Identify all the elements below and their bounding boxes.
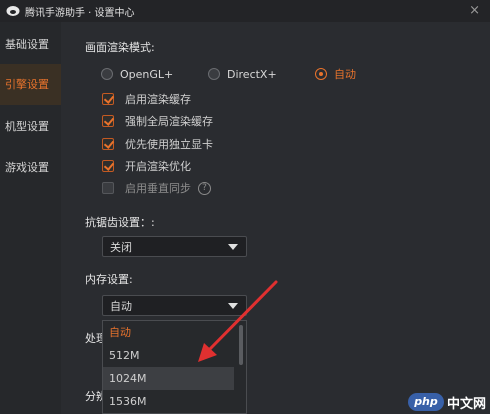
radio-label: OpenGL+ xyxy=(120,67,174,81)
checkbox-force-global-cache[interactable]: 强制全局渲染缓存 xyxy=(102,113,213,129)
antialias-title: 抗锯齿设置：: xyxy=(85,216,155,229)
radio-label: 自动 xyxy=(334,68,356,81)
php-logo: php xyxy=(407,393,444,411)
checkbox-label: 启用垂直同步 xyxy=(125,182,191,195)
memory-select[interactable]: 自动 xyxy=(102,295,247,316)
window-title: 腾讯手游助手 · 设置中心 xyxy=(25,7,135,19)
checkbox-label: 开启渲染优化 xyxy=(125,160,191,173)
sidebar-item-game[interactable]: 游戏设置 xyxy=(0,147,61,188)
antialias-value: 关闭 xyxy=(110,240,132,254)
watermark: php 中文网 xyxy=(407,392,486,412)
dropdown-option-1536m[interactable]: 1536M xyxy=(103,390,234,413)
checkbox-checked-icon xyxy=(102,138,114,150)
sidebar-item-engine[interactable]: 引擎设置 xyxy=(0,64,61,105)
radio-circle xyxy=(101,68,113,80)
close-icon[interactable]: × xyxy=(469,3,480,18)
checkbox-dedicated-gpu[interactable]: 优先使用独立显卡 xyxy=(102,136,213,152)
watermark-text: 中文网 xyxy=(446,396,486,412)
memory-title: 内存设置: xyxy=(85,273,133,286)
settings-panel: 画面渲染模式: OpenGL+ DirectX+ 自动 启用渲染缓存 强制全局渲… xyxy=(61,22,490,414)
render-mode-group: OpenGL+ DirectX+ 自动 xyxy=(101,66,356,82)
checkbox-render-optimize[interactable]: 开启渲染优化 xyxy=(102,158,191,174)
dropdown-scrollbar[interactable] xyxy=(239,325,243,365)
chevron-down-icon xyxy=(228,244,238,250)
memory-dropdown-list: 自动 512M 1024M 1536M xyxy=(102,320,247,414)
radio-auto[interactable]: 自动 xyxy=(315,66,356,82)
checkbox-label: 启用渲染缓存 xyxy=(125,93,191,106)
radio-circle-selected xyxy=(315,68,327,80)
radio-label: DirectX+ xyxy=(227,67,277,81)
memory-value: 自动 xyxy=(110,299,132,313)
checkbox-label: 强制全局渲染缓存 xyxy=(125,115,213,128)
help-icon[interactable]: ? xyxy=(198,181,211,195)
sidebar-item-device[interactable]: 机型设置 xyxy=(0,106,61,147)
checkbox-checked-icon xyxy=(102,115,114,127)
sidebar-item-basic[interactable]: 基础设置 xyxy=(0,24,61,65)
dropdown-option-512m[interactable]: 512M xyxy=(103,344,234,367)
title-bar: 腾讯手游助手 · 设置中心 × xyxy=(0,0,490,22)
dropdown-option-1024m[interactable]: 1024M xyxy=(103,367,234,390)
antialias-select[interactable]: 关闭 xyxy=(102,236,247,257)
checkbox-unchecked-icon xyxy=(102,182,114,194)
render-mode-title: 画面渲染模式: xyxy=(85,41,155,54)
checkbox-render-cache[interactable]: 启用渲染缓存 xyxy=(102,91,191,107)
checkbox-checked-icon xyxy=(102,160,114,172)
checkbox-label: 优先使用独立显卡 xyxy=(125,138,213,151)
sidebar: 基础设置 引擎设置 机型设置 游戏设置 xyxy=(0,22,61,414)
radio-directx[interactable]: DirectX+ xyxy=(208,68,315,81)
dropdown-option-auto[interactable]: 自动 xyxy=(103,321,234,344)
checkbox-vsync[interactable]: 启用垂直同步 ? xyxy=(102,180,211,196)
radio-circle xyxy=(208,68,220,80)
chevron-down-icon xyxy=(228,303,238,309)
checkbox-checked-icon xyxy=(102,93,114,105)
radio-opengl[interactable]: OpenGL+ xyxy=(101,68,208,81)
app-logo-icon xyxy=(6,4,20,18)
